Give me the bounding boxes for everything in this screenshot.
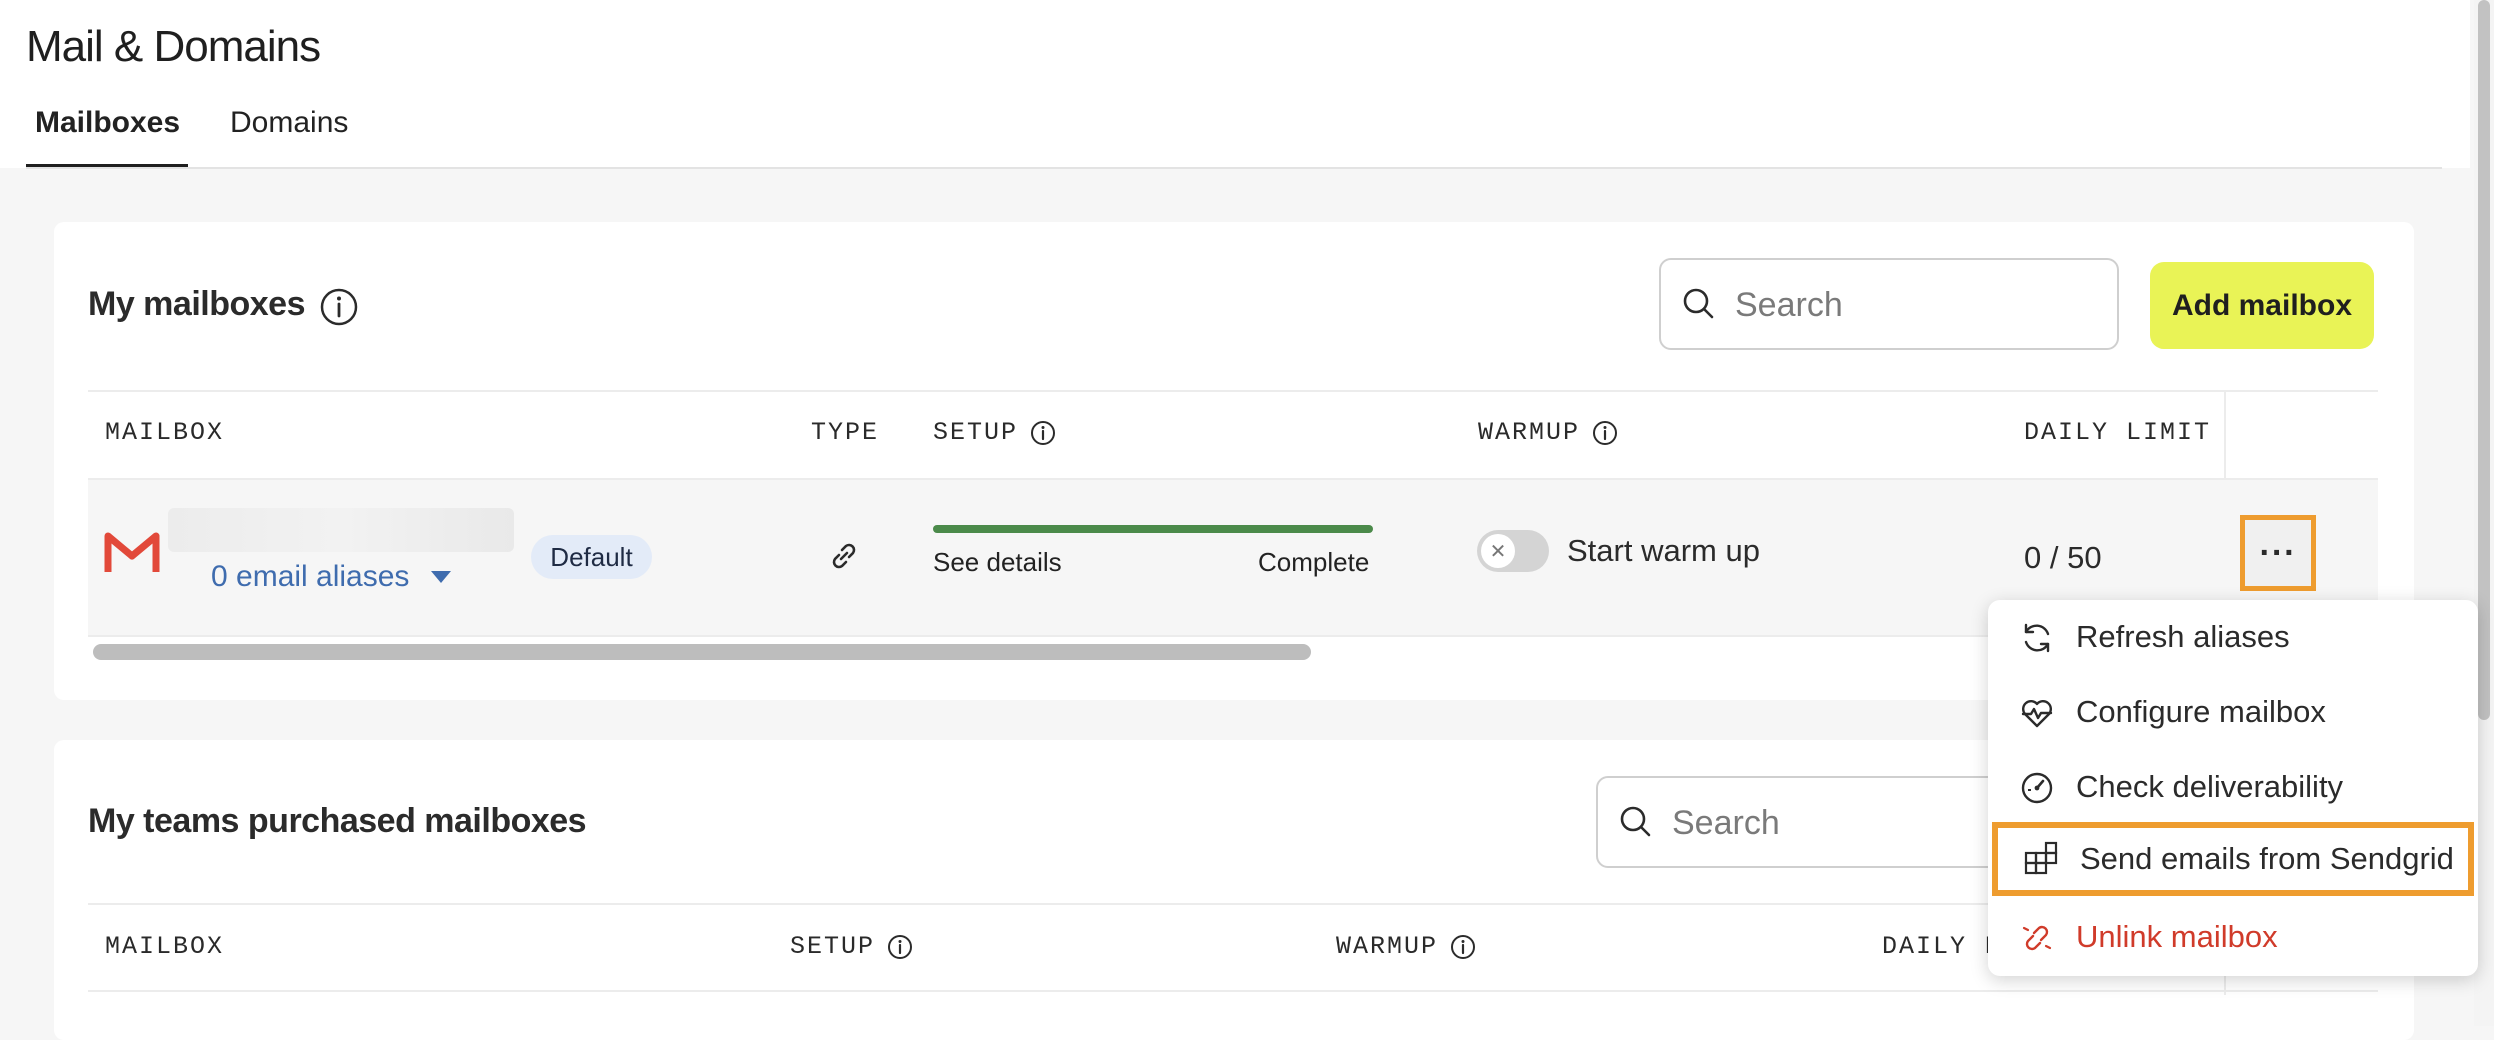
warmup-toggle[interactable]: ✕ [1477,530,1549,572]
team-column-header-daily-limit-label: DAILY L [1882,932,2002,961]
search-placeholder: Search [1735,286,1843,324]
team-column-header-setup-label: SETUP [790,932,876,961]
menu-item-refresh-aliases[interactable]: Refresh aliases [1988,600,2478,674]
team-column-header-daily-limit: DAILY L [1882,932,2001,961]
refresh-icon [2018,619,2056,657]
gauge-icon [2018,769,2056,807]
menu-item-check-deliverability[interactable]: Check deliverability [1988,750,2478,824]
column-header-mailbox: MAILBOX [105,418,224,447]
caret-down-icon [431,571,452,583]
column-header-setup: SETUP [933,418,1056,447]
menu-item-label: Unlink mailbox [2076,919,2278,954]
team-mailboxes-title: My teams purchased mailboxes [88,802,587,840]
column-header-mailbox-label: MAILBOX [105,418,225,447]
menu-item-unlink-mailbox[interactable]: Unlink mailbox [1988,900,2478,974]
team-column-header-warmup-label: WARMUP [1336,932,1439,961]
header-divider [26,167,2442,169]
column-header-type: TYPE [811,418,879,447]
link-icon [826,538,862,579]
setup-status: Complete [1258,547,1370,577]
toggle-off-icon: ✕ [1481,534,1515,568]
team-column-header-warmup: WARMUP [1336,932,1476,961]
menu-item-label: Send emails from Sendgrid [2080,841,2454,876]
table-horizontal-scrollbar[interactable] [93,644,1311,660]
warmup-label: Start warm up [1567,533,1760,568]
email-aliases-label: 0 email aliases [211,560,410,593]
team-column-header-mailbox-label: MAILBOX [105,932,225,961]
table-top-border [88,390,2378,392]
see-details-link[interactable]: See details [933,547,1062,578]
tab-mailboxes[interactable]: Mailboxes [35,106,180,140]
menu-item-send-from-sendgrid[interactable]: Send emails from Sendgrid [1992,822,2474,896]
page-header: Mail & Domains Mailboxes Domains [0,0,2470,169]
info-icon[interactable] [318,286,360,328]
info-icon[interactable] [1592,420,1618,446]
menu-item-label: Refresh aliases [2076,619,2290,654]
setup-progress-bar [933,525,1373,533]
menu-item-label: Check deliverability [2076,769,2344,804]
mailbox-search-input[interactable]: Search [1659,258,2119,350]
column-header-daily-limit-label: DAILY LIMIT [2024,418,2212,447]
default-badge: Default [531,535,652,579]
search-icon [1620,806,1651,837]
page-scrollbar-thumb[interactable] [2478,0,2490,720]
menu-item-label: Configure mailbox [2076,694,2326,729]
menu-item-configure-mailbox[interactable]: Configure mailbox [1988,675,2478,749]
add-mailbox-button[interactable]: Add mailbox [2150,262,2374,349]
unlink-icon [2018,919,2056,957]
info-icon[interactable] [1030,420,1056,446]
email-aliases-dropdown[interactable]: 0 email aliases [211,560,453,594]
column-header-warmup: WARMUP [1478,418,1618,447]
info-icon[interactable] [1450,934,1476,960]
more-icon: ··· [2259,533,2297,572]
mailbox-email-redacted [168,508,514,552]
column-header-type-label: TYPE [811,418,880,447]
heart-pulse-icon [2018,694,2056,732]
search-icon [1683,288,1714,319]
daily-limit-value: 0 / 50 [2024,540,2102,575]
row-actions-menu: Refresh aliases Configure mailbox Check … [1988,600,2478,976]
page-title: Mail & Domains [26,22,321,71]
tab-domains[interactable]: Domains [230,106,348,140]
gmail-icon [104,530,160,579]
team-column-header-setup: SETUP [790,932,913,961]
column-header-warmup-label: WARMUP [1478,418,1581,447]
more-options-button[interactable]: ··· [2240,515,2316,591]
search-placeholder: Search [1672,804,1780,842]
team-column-header-mailbox: MAILBOX [105,932,224,961]
grid-icon [2022,841,2060,879]
column-header-setup-label: SETUP [933,418,1019,447]
team-search-input[interactable]: Search [1596,776,2056,868]
my-mailboxes-title: My mailboxes [88,285,305,323]
team-header-bottom-border [88,990,2378,992]
info-icon[interactable] [887,934,913,960]
column-header-daily-limit: DAILY LIMIT [2024,418,2211,447]
